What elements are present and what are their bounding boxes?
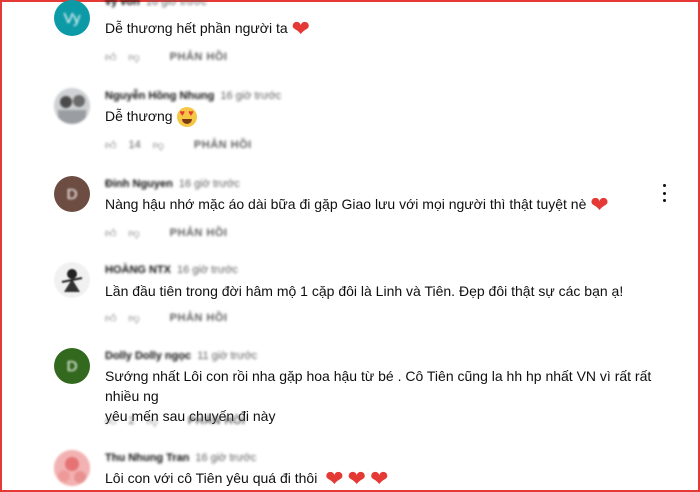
avatar[interactable] (54, 88, 90, 124)
reply-button[interactable]: PHẢN HỒI (170, 312, 228, 324)
comment-meta: Đinh Nguyen 16 giờ trước (105, 178, 240, 190)
thumb-down-icon[interactable]: 👎︎ (147, 415, 158, 428)
reply-button[interactable]: PHẢN HỒI (170, 227, 228, 239)
author-name[interactable]: Dolly Dolly ngọc (105, 350, 191, 362)
heart-icon: ❤ (325, 466, 344, 492)
comment-actions: 👍︎ 👎︎ PHẢN HỒI (105, 48, 227, 66)
like-count: 14 (128, 139, 141, 151)
comment-text: Lôi con với cô Tiên yêu quá đi thôi ❤ ❤ ❤ (105, 466, 665, 492)
thumb-up-icon[interactable]: 👍︎ (105, 415, 117, 428)
avatar-letter: Vy (63, 9, 81, 27)
comment-meta: Dolly Dolly ngọc 11 giờ trước (105, 350, 257, 362)
reply-button[interactable]: PHẢN HỒI (170, 51, 228, 63)
avatar[interactable]: D (54, 348, 90, 384)
thumb-down-icon[interactable]: 👎︎ (129, 227, 140, 240)
comment-time[interactable]: 16 giờ trước (146, 0, 207, 8)
comment-time[interactable]: 16 giờ trước (179, 178, 240, 190)
thumb-down-icon[interactable]: 👎︎ (129, 51, 140, 64)
comment-actions: 👍︎ 14 👎︎ PHẢN HỒI (105, 136, 252, 154)
thumb-up-icon[interactable]: 👍︎ (105, 51, 117, 64)
thumb-down-icon[interactable]: 👎︎ (129, 312, 140, 325)
comment-text: Nàng hậu nhớ mặc áo dài bữa đi gặp Giao … (105, 192, 665, 218)
avatar-figure-icon (61, 269, 83, 292)
comment-meta: HOÀNG NTX 16 giờ trước (105, 264, 238, 276)
reply-button[interactable]: PHẢN HỒI (188, 415, 246, 427)
comment-body: Lần đầu tiên trong đời hâm mộ 1 cặp đôi … (105, 283, 624, 299)
like-count: 2 (128, 415, 135, 427)
comment-actions: 👍︎ 👎︎ PHẢN HỒI (105, 309, 227, 327)
heart-icon: ❤ (590, 192, 609, 218)
comment-actions: 👍︎ 2 👎︎ PHẢN HỒI (105, 412, 246, 430)
comment-time[interactable]: 16 giờ trước (177, 264, 238, 276)
comment-body: Lôi con với cô Tiên yêu quá đi thôi (105, 470, 318, 486)
comment-text: Dễ thương (105, 106, 665, 128)
avatar[interactable]: D (54, 176, 90, 212)
author-name[interactable]: vy võn (105, 0, 140, 8)
comment-time[interactable]: 11 giờ trước (197, 350, 257, 362)
author-name[interactable]: Nguyễn Hồng Nhung (105, 90, 214, 102)
comment-meta: Thu Nhung Tran 16 giờ trước (105, 452, 256, 464)
comment-body-line-1: Sướng nhất Lôi con rồi nha gặp hoa hậu t… (105, 368, 652, 404)
thumb-down-icon[interactable]: 👎︎ (153, 139, 164, 152)
avatar-photo-icon (54, 88, 90, 124)
comment-time[interactable]: 16 giờ trước (195, 452, 256, 464)
reply-button[interactable]: PHẢN HỒI (194, 139, 252, 151)
thumb-up-icon[interactable]: 👍︎ (105, 227, 117, 240)
author-name[interactable]: Thu Nhung Tran (105, 452, 189, 464)
comment-text: Lần đầu tiên trong đời hâm mộ 1 cặp đôi … (105, 281, 665, 301)
thumb-up-icon[interactable]: 👍︎ (105, 312, 117, 325)
comment-body: Nàng hậu nhớ mặc áo dài bữa đi gặp Giao … (105, 196, 587, 212)
more-vert-icon[interactable] (657, 184, 671, 202)
thumb-up-icon[interactable]: 👍︎ (105, 139, 117, 152)
avatar[interactable] (54, 450, 90, 486)
comment-meta: vy võn 16 giờ trước (105, 0, 207, 8)
avatar-photo-icon (54, 450, 90, 486)
comment-meta: Nguyễn Hồng Nhung 16 giờ trước (105, 90, 281, 102)
avatar[interactable] (54, 262, 90, 298)
heart-icon: ❤ (347, 466, 367, 492)
heart-icon: ❤ (370, 466, 389, 492)
author-name[interactable]: Đinh Nguyen (105, 178, 173, 190)
avatar-letter: D (66, 185, 78, 203)
comment-text: Dễ thương hết phần người ta ❤ (105, 16, 665, 42)
comment-actions: 👍︎ 👎︎ PHẢN HỒI (105, 224, 227, 242)
comment-body: Dễ thương hết phần người ta (105, 20, 288, 36)
author-name[interactable]: HOÀNG NTX (105, 264, 171, 276)
comment-body: Dễ thương (105, 108, 173, 124)
avatar[interactable]: Vy (54, 0, 90, 36)
avatar-letter: D (66, 357, 78, 375)
heart-eyes-emoji-icon (176, 107, 197, 128)
heart-icon: ❤ (291, 16, 311, 42)
comment-time[interactable]: 16 giờ trước (220, 90, 281, 102)
